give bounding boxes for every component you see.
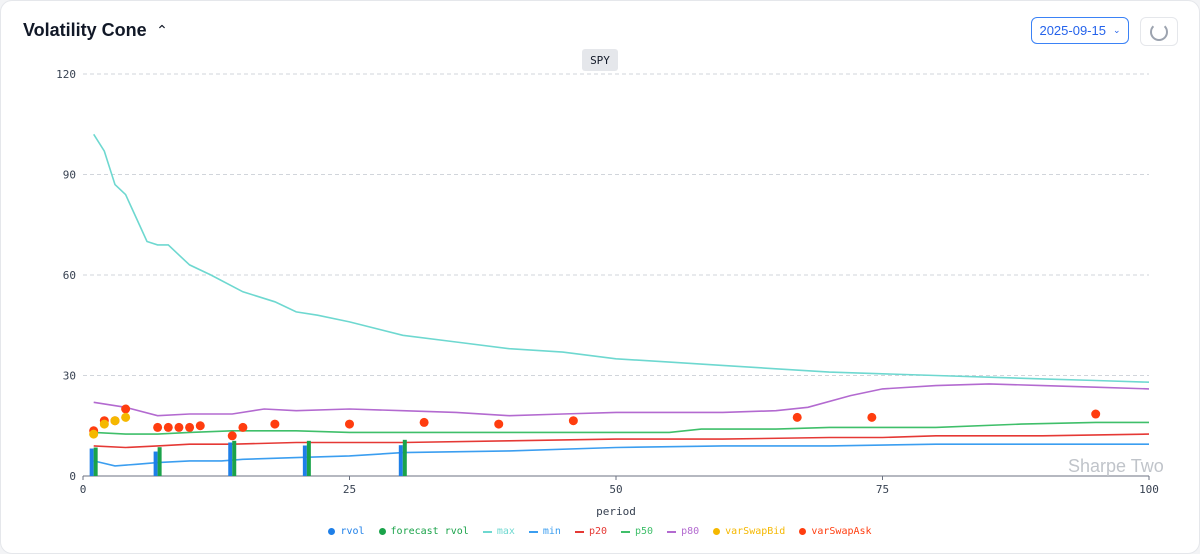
varswap-ask-point — [494, 419, 504, 429]
varswap-ask-point — [163, 422, 173, 432]
volatility-cone-chart: 0 30 60 90 120 0 25 50 75 100 period — [56, 68, 1159, 518]
y-tick-label: 0 — [69, 470, 76, 483]
legend-item[interactable]: p80 — [667, 526, 699, 537]
varswap-bid-point — [89, 429, 99, 439]
legend-item[interactable]: p20 — [574, 526, 607, 537]
y-tick-label: 30 — [63, 370, 76, 383]
legend-label: max — [496, 526, 515, 537]
legend-swatch — [378, 528, 386, 535]
series-line-p20 — [93, 433, 1150, 449]
forecast-rvol-bar — [93, 447, 98, 476]
series-line-p50 — [93, 421, 1149, 435]
legend-swatch — [713, 528, 721, 535]
legend-label: rvol — [340, 526, 365, 537]
varswap-bid-point — [121, 412, 131, 422]
y-tick-label: 90 — [63, 169, 76, 182]
y-tick-label: 60 — [63, 269, 76, 282]
varswap-ask-point — [1091, 409, 1101, 419]
legend-item[interactable]: varSwapAsk — [799, 526, 872, 537]
forecast-rvol-bar — [232, 440, 237, 476]
legend-swatch — [621, 530, 630, 533]
forecast-rvol-bar — [306, 440, 311, 476]
x-tick-label: 0 — [80, 483, 87, 496]
legend-item[interactable]: p50 — [621, 526, 653, 537]
varswap-ask-point — [185, 422, 195, 432]
varswap-ask-point — [345, 419, 354, 429]
varswap-bid-point — [99, 419, 109, 429]
y-tick-label: 120 — [56, 68, 76, 81]
x-tick-label: 50 — [609, 483, 622, 496]
varswap-ask-point — [238, 422, 248, 432]
legend-swatch — [528, 530, 538, 533]
legend-item[interactable]: varSwapBid — [713, 526, 785, 537]
legend-swatch — [799, 528, 807, 535]
varswap-ask-point — [121, 404, 131, 414]
legend-label: min — [542, 526, 561, 537]
legend-label: p50 — [635, 526, 654, 537]
series-line-max — [93, 133, 1150, 383]
legend-item[interactable]: forecast rvol — [378, 526, 469, 537]
varswap-ask-point — [195, 421, 205, 431]
series-line-min — [93, 443, 1149, 467]
varswap-ask-point — [227, 431, 237, 441]
legend-swatch — [328, 528, 336, 535]
x-axis-label: period — [596, 505, 636, 518]
legend-label: forecast rvol — [390, 526, 469, 537]
rvol-bar — [302, 445, 307, 476]
chart-legend: rvol forecast rvol max min p20 p50 p80 varSwapB… — [0, 526, 1200, 537]
rvol-bar — [228, 442, 233, 476]
rvol-bar — [89, 448, 94, 476]
varswap-ask-point — [568, 416, 578, 426]
rvol-bar — [398, 445, 403, 476]
watermark: Sharpe Two — [1068, 456, 1164, 476]
symbol-badge: SPY — [582, 49, 618, 71]
legend-swatch — [482, 530, 492, 533]
varswap-ask-point — [867, 412, 877, 422]
legend-label: p80 — [681, 526, 700, 537]
legend-item[interactable]: max — [482, 526, 515, 537]
legend-swatch — [574, 530, 584, 533]
legend-item[interactable]: rvol — [328, 526, 365, 537]
x-tick-label: 75 — [876, 483, 889, 496]
legend-label: varSwapBid — [725, 526, 786, 537]
legend-label: p20 — [588, 526, 607, 537]
forecast-rvol-bar — [157, 447, 162, 476]
varswap-ask-point — [792, 412, 802, 422]
forecast-rvol-bar — [402, 439, 407, 476]
x-tick-label: 100 — [1139, 483, 1159, 496]
series-line-p80 — [93, 383, 1150, 417]
varswap-ask-point — [419, 417, 429, 427]
varswap-ask-point — [270, 419, 280, 429]
rvol-bar — [153, 451, 158, 476]
legend-label: varSwapAsk — [811, 526, 872, 537]
legend-item[interactable]: min — [528, 526, 561, 537]
varswap-ask-point — [153, 422, 163, 432]
x-tick-label: 25 — [343, 483, 356, 496]
varswap-bid-point — [110, 416, 120, 426]
legend-swatch — [667, 530, 677, 533]
varswap-ask-point — [174, 422, 184, 432]
